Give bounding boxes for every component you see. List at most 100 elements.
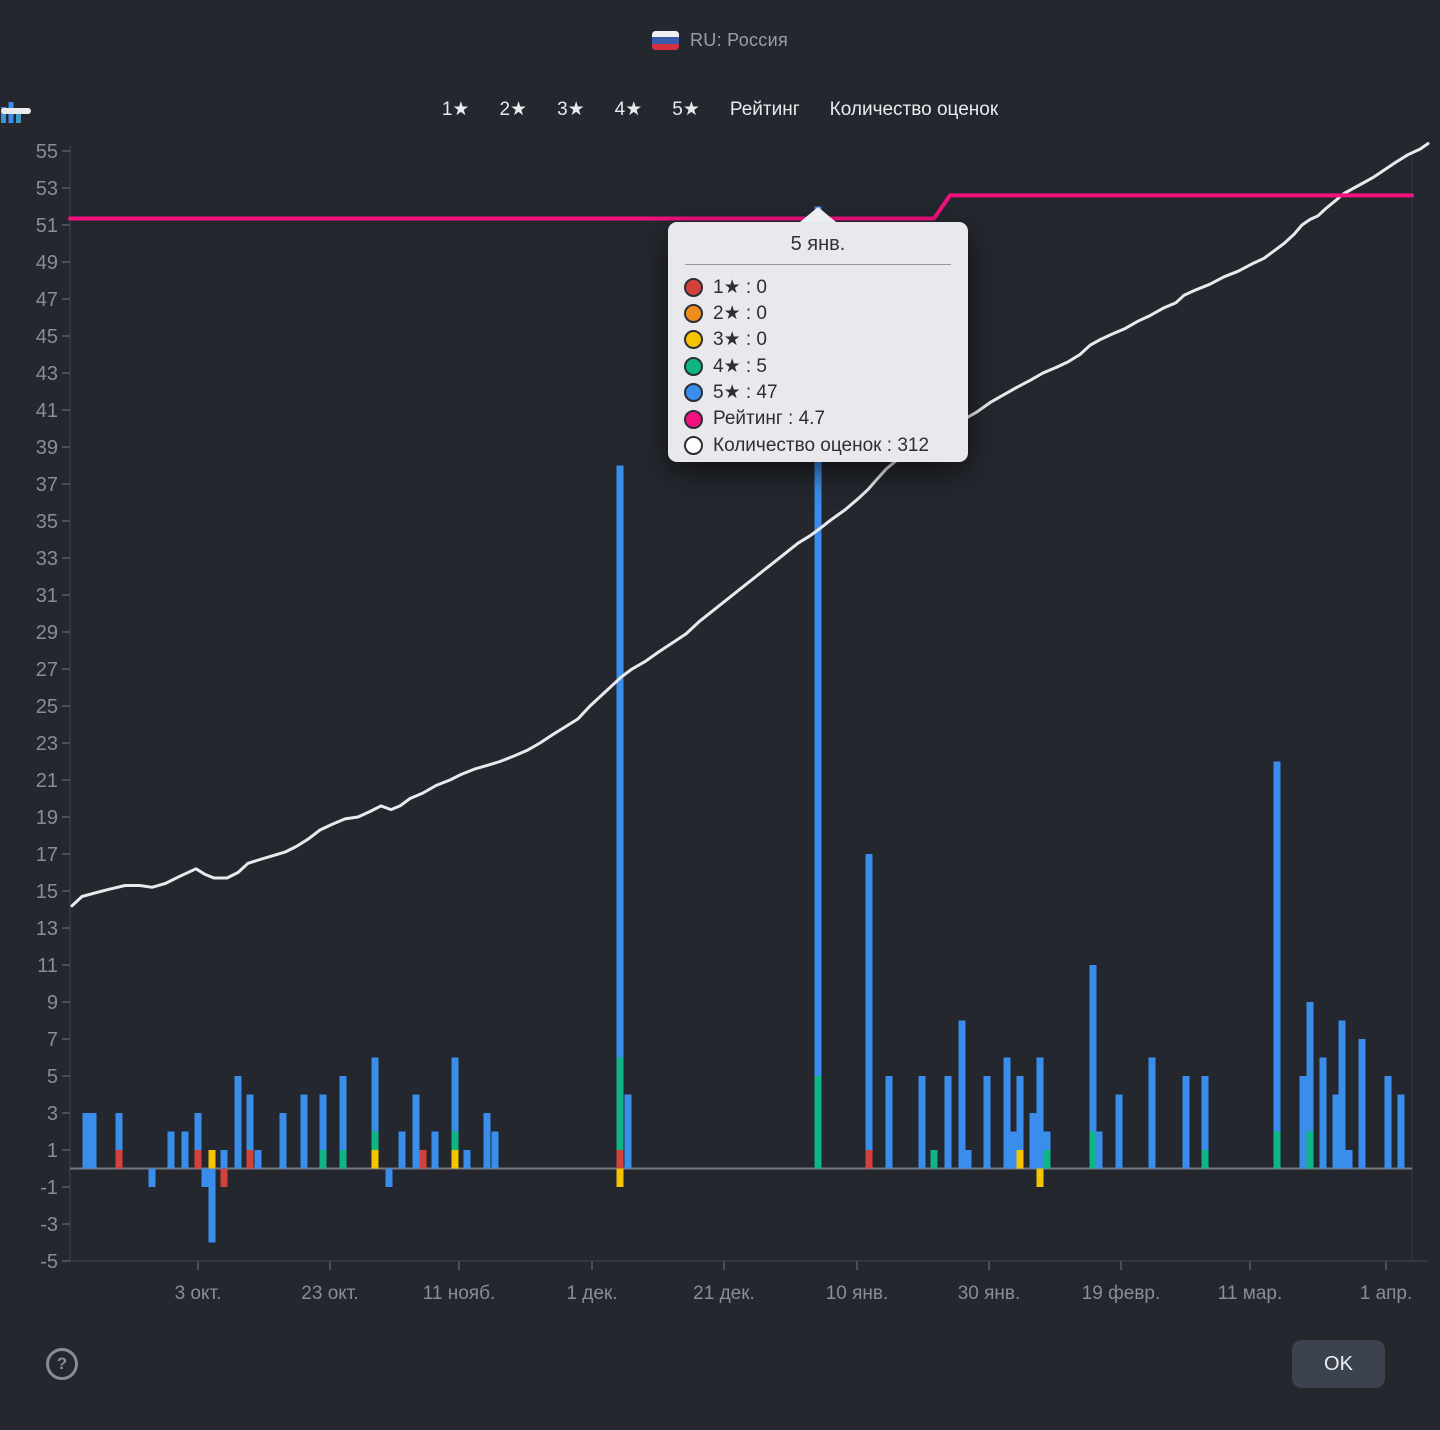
bar-segment-5star[interactable] [1306,1002,1314,1132]
bar-segment-5star[interactable] [194,1113,202,1150]
bar-segment-5star[interactable] [463,1150,471,1169]
y-axis-label: 39 [36,437,58,459]
bar-segment-5star[interactable] [167,1131,175,1169]
bar-segment-5star[interactable] [885,1076,893,1169]
bar-segment-5star[interactable] [1003,1057,1011,1169]
bar-segment-1star[interactable] [115,1150,123,1169]
bar-segment-4star[interactable] [814,1076,822,1169]
bar-segment-3star-negative[interactable] [616,1168,624,1188]
bar-segment-3star[interactable] [451,1150,459,1169]
legend-item-rating[interactable]: Рейтинг [1,99,800,121]
legend-item-2star[interactable]: 2★ [1,98,527,123]
bar-segment-5star[interactable] [624,1094,632,1169]
bar-segment-5star[interactable] [279,1113,287,1169]
bar-segment-5star[interactable] [1095,1131,1103,1169]
bar-segment-5star[interactable] [82,1113,90,1169]
bar-segment-4star[interactable] [1089,1131,1097,1169]
legend-item-5star[interactable]: 5★ [1,98,700,123]
bar-segment-5star[interactable] [1010,1131,1018,1169]
bar-segment-5star[interactable] [964,1150,972,1169]
bar-segment-5star[interactable] [1201,1076,1209,1150]
bar-segment-5star[interactable] [1182,1076,1190,1169]
bar-segment-3star[interactable] [1016,1150,1024,1169]
bar-segment-5star[interactable] [1319,1057,1327,1169]
bar-segment-5star[interactable] [1358,1039,1366,1169]
bar-segment-5star[interactable] [1115,1094,1123,1169]
bar-segment-1star-negative[interactable] [220,1168,228,1188]
y-axis-label: 37 [36,474,58,496]
bar-segment-5star-negative[interactable] [208,1168,216,1243]
bar-segment-4star[interactable] [1043,1150,1051,1169]
chart-header: RU: Россия [0,30,1440,51]
bar-segment-3star-negative[interactable] [1036,1168,1044,1188]
bar-segment-5star[interactable] [616,465,624,1058]
bar-segment-4star[interactable] [371,1131,379,1151]
bar-segment-5star[interactable] [1043,1131,1051,1151]
bar-segment-5star[interactable] [451,1057,459,1132]
bar-segment-5star[interactable] [944,1076,952,1169]
bar-segment-5star[interactable] [1016,1076,1024,1150]
bar-segment-3star[interactable] [208,1150,216,1169]
bar-segment-5star[interactable] [234,1076,242,1169]
legend-item-4star[interactable]: 4★ [1,98,642,123]
bar-segment-4star[interactable] [616,1057,624,1151]
legend-item-3star[interactable]: 3★ [1,98,585,123]
bar-segment-5star-negative[interactable] [385,1168,393,1188]
bar-segment-5star[interactable] [1345,1150,1353,1169]
bar-segment-4star[interactable] [930,1150,938,1169]
y-axis-label: 41 [36,400,58,422]
y-axis-label: 1 [47,1140,58,1162]
bar-segment-5star[interactable] [483,1113,491,1169]
bar-segment-5star[interactable] [115,1113,123,1150]
bar-segment-5star[interactable] [181,1131,189,1169]
bar-segment-5star[interactable] [1089,965,1097,1132]
bar-segment-5star[interactable] [398,1131,406,1169]
bar-segment-5star[interactable] [491,1131,499,1169]
bar-segment-1star[interactable] [246,1150,254,1169]
bar-segment-4star[interactable] [319,1150,327,1169]
help-button[interactable]: ? [46,1348,78,1380]
bar-segment-5star[interactable] [371,1057,379,1132]
bar-segment-4star[interactable] [1273,1131,1281,1169]
bar-segment-1star[interactable] [865,1150,873,1169]
bar-segment-5star[interactable] [1029,1113,1037,1169]
tooltip-arrow [800,207,836,222]
bar-segment-5star[interactable] [1036,1057,1044,1169]
bar-segment-5star-negative[interactable] [148,1168,156,1188]
bar-segment-4star[interactable] [1306,1131,1314,1169]
bar-segment-5star[interactable] [339,1076,347,1150]
bar-segment-4star[interactable] [339,1150,347,1169]
bar-segment-5star[interactable] [1384,1076,1392,1169]
bar-segment-1star[interactable] [616,1150,624,1169]
bar-segment-5star[interactable] [1397,1094,1405,1169]
bar-segment-1star[interactable] [194,1150,202,1169]
bar-segment-5star[interactable] [958,1020,966,1169]
bar-segment-4star[interactable] [451,1131,459,1151]
bar-segment-5star[interactable] [254,1150,262,1169]
bar-segment-3star[interactable] [371,1150,379,1169]
bar-segment-5star[interactable] [1338,1020,1346,1169]
bar-segment-5star[interactable] [220,1150,228,1169]
bar-segment-5star[interactable] [1299,1076,1307,1169]
bar-segment-5star[interactable] [89,1113,97,1169]
bar-segment-5star[interactable] [1148,1057,1156,1169]
legend-item-1star[interactable]: 1★ [1,98,469,123]
bar-segment-5star[interactable] [300,1094,308,1169]
bar-segment-5star[interactable] [865,854,873,1150]
bar-segment-5star-negative[interactable] [201,1168,209,1188]
x-axis-label: 1 дек. [566,1283,617,1304]
legend-item-count[interactable]: Количество оценок [1,99,998,121]
legend-label: 5★ [672,99,700,120]
bar-segment-5star[interactable] [1332,1094,1340,1169]
bar-segment-5star[interactable] [319,1094,327,1151]
bar-segment-5star[interactable] [1273,761,1281,1132]
bar-segment-5star[interactable] [431,1131,439,1169]
bar-segment-5star[interactable] [246,1094,254,1151]
bar-segment-1star[interactable] [419,1150,427,1169]
bar-segment-5star[interactable] [412,1094,420,1169]
ok-button[interactable]: OK [1292,1340,1385,1388]
bar-segment-5star[interactable] [918,1076,926,1169]
bar-segment-4star[interactable] [1201,1150,1209,1169]
bar-segment-5star[interactable] [983,1076,991,1169]
count-line-icon [1,108,31,114]
